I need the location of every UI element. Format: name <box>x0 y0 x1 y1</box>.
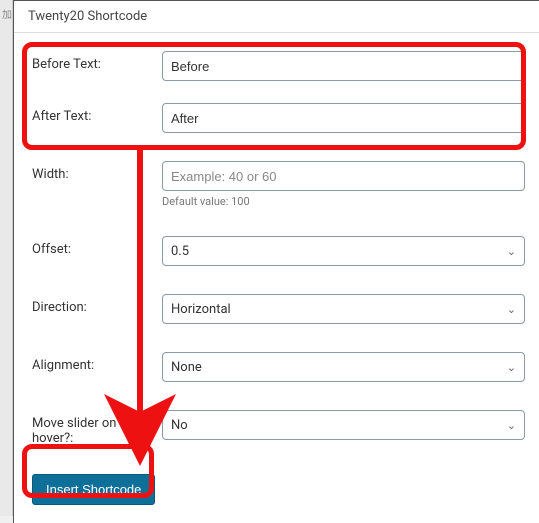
label-after-text: After Text: <box>32 103 162 124</box>
label-width: Width: <box>32 161 162 182</box>
chevron-down-icon: ⌄ <box>507 245 516 258</box>
offset-select[interactable]: 0.5 ⌄ <box>162 236 525 266</box>
row-alignment: Alignment: None ⌄ <box>32 352 525 382</box>
insert-shortcode-button[interactable]: Insert Shortcode <box>32 474 155 505</box>
row-after-text: After Text: <box>32 103 525 133</box>
editor-gutter: 加 <box>0 0 13 516</box>
hover-value: No <box>171 418 507 433</box>
width-input[interactable] <box>162 161 525 191</box>
label-direction: Direction: <box>32 294 162 315</box>
chevron-down-icon: ⌄ <box>507 419 516 432</box>
chevron-down-icon: ⌄ <box>507 361 516 374</box>
chevron-down-icon: ⌄ <box>507 303 516 316</box>
modal-title: Twenty20 Shortcode <box>14 1 539 33</box>
hover-select[interactable]: No ⌄ <box>162 410 525 440</box>
row-direction: Direction: Horizontal ⌄ <box>32 294 525 324</box>
row-hover: Move slider on mouse hover?: No ⌄ <box>32 410 525 446</box>
row-before-text: Before Text: <box>32 51 525 81</box>
alignment-value: None <box>171 360 507 375</box>
row-width: Width: Default value: 100 <box>32 161 525 208</box>
alignment-select[interactable]: None ⌄ <box>162 352 525 382</box>
offset-value: 0.5 <box>171 244 507 259</box>
after-text-input[interactable] <box>162 103 525 133</box>
direction-select[interactable]: Horizontal ⌄ <box>162 294 525 324</box>
width-hint: Default value: 100 <box>162 195 525 208</box>
before-text-input[interactable] <box>162 51 525 81</box>
label-alignment: Alignment: <box>32 352 162 373</box>
shortcode-modal: Twenty20 Shortcode Before Text: After Te… <box>13 0 539 523</box>
row-offset: Offset: 0.5 ⌄ <box>32 236 525 266</box>
direction-value: Horizontal <box>171 302 507 317</box>
label-before-text: Before Text: <box>32 51 162 72</box>
label-hover: Move slider on mouse hover?: <box>32 410 162 446</box>
label-offset: Offset: <box>32 236 162 257</box>
form-body: Before Text: After Text: Width: Default … <box>14 33 539 523</box>
